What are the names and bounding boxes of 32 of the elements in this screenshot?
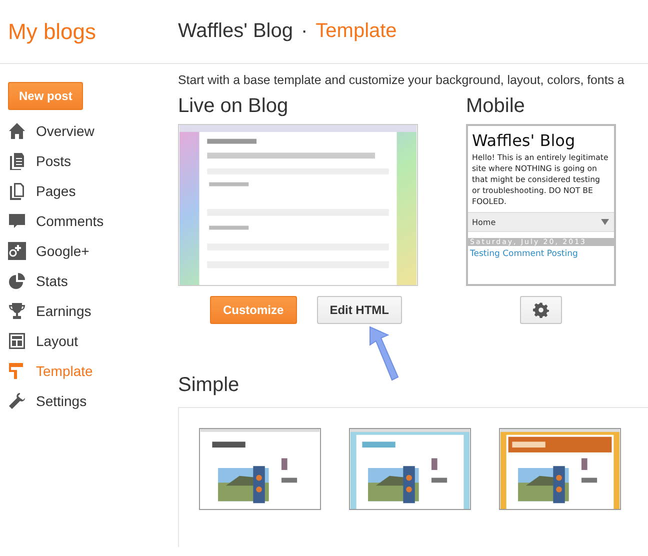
google-plus-icon: [8, 242, 26, 260]
layout-icon: [8, 332, 26, 350]
mobile-heading: Mobile: [466, 95, 526, 118]
nav-item[interactable]: Stats: [8, 266, 178, 296]
dropdown-icon: [600, 217, 610, 227]
trophy-icon: [8, 302, 26, 320]
pie-chart-icon: [8, 272, 26, 290]
settings-button[interactable]: [520, 296, 562, 324]
preview-post-title: Testing Comment Posting: [469, 248, 579, 261]
nav-item[interactable]: Settings: [8, 386, 178, 416]
simple-heading: Simple: [178, 374, 240, 397]
nav-item[interactable]: Posts: [8, 146, 178, 176]
preview-blog-title: Waffles' Blog: [471, 130, 576, 152]
speech-bubble-icon: [8, 212, 26, 230]
settings-icon: [533, 302, 549, 318]
pages-icon: [8, 182, 26, 200]
nav-item[interactable]: Google+: [8, 236, 178, 266]
paint-roller-icon: [8, 362, 26, 380]
intro-text: Start with a base template and customize your background, layout, colors, fonts a: [178, 73, 626, 87]
live-on-blog-heading: Live on Blog: [178, 95, 290, 118]
edit-html-button[interactable]: Edit HTML: [316, 296, 402, 324]
wrench-icon: [8, 392, 26, 410]
nav-item[interactable]: Overview: [8, 116, 178, 146]
nav-item[interactable]: Comments: [8, 206, 178, 236]
nav-item[interactable]: Layout: [8, 326, 178, 356]
separator: ·: [300, 20, 308, 43]
section-title: Template: [316, 20, 397, 43]
nav-item[interactable]: Earnings: [8, 296, 178, 326]
document-stack-icon: [8, 152, 26, 170]
blog-title: Waffles' Blog: [178, 20, 293, 43]
nav-item[interactable]: Pages: [8, 176, 178, 206]
home-icon: [8, 122, 26, 140]
